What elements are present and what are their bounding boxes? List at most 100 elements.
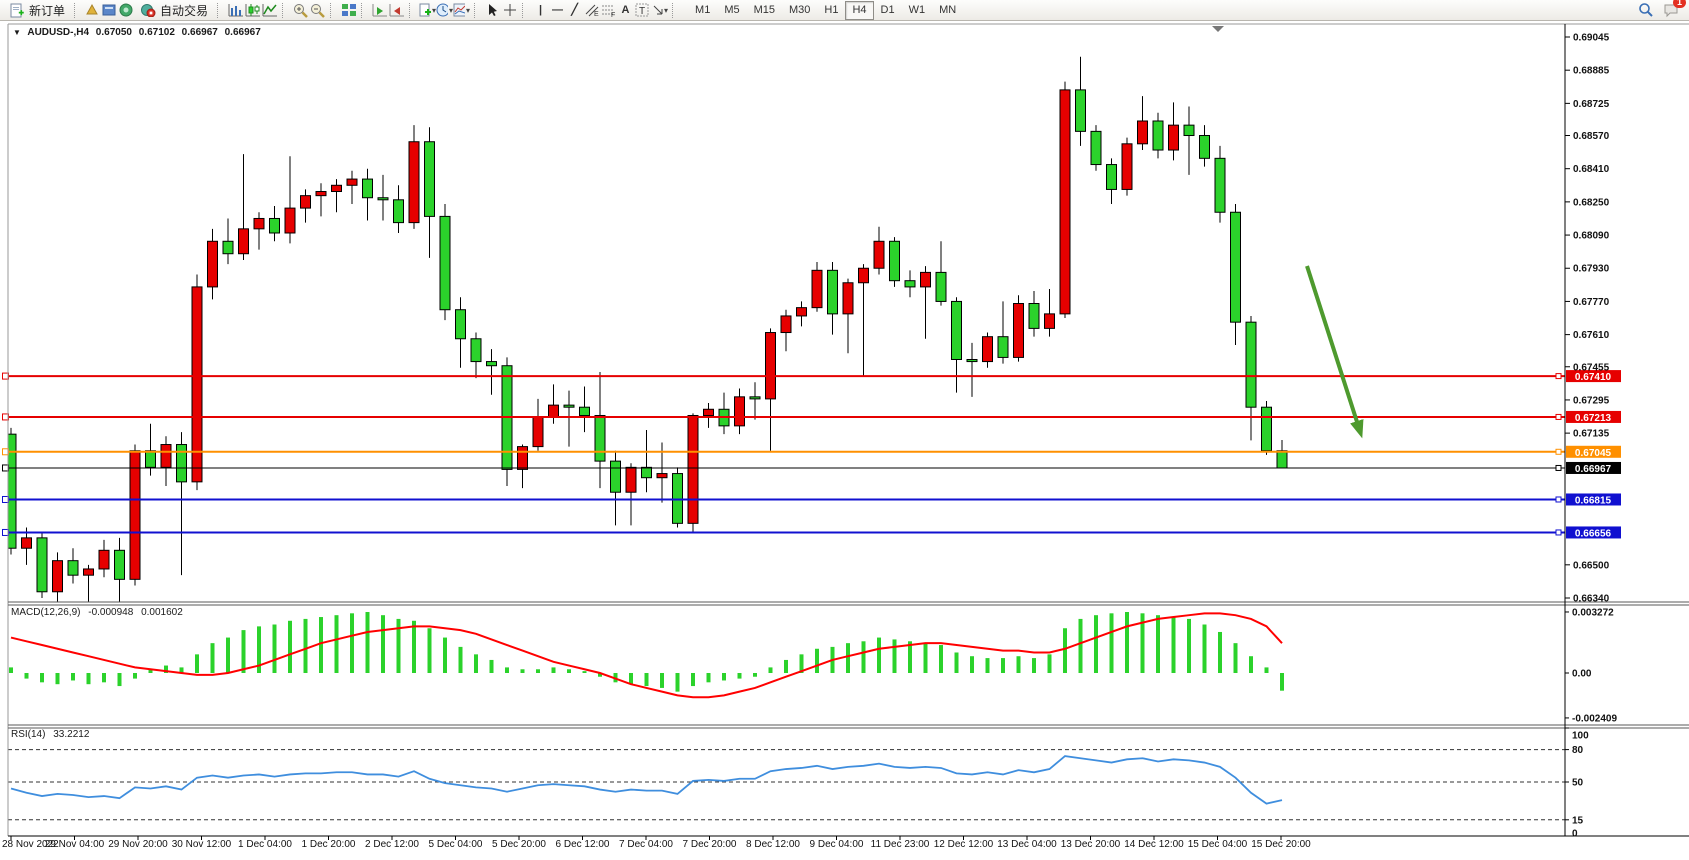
chart-menu-icon[interactable]: ▼ [13,28,21,37]
tf-d1[interactable]: D1 [874,1,902,20]
price-badge-label: 0.67213 [1575,413,1612,424]
autotrading-button[interactable]: 自动交易 [135,0,213,21]
templates-dropdown-icon[interactable]: ▾ [453,2,470,18]
bar-chart-icon[interactable] [227,2,244,18]
time-axis-label: 30 Nov 12:00 [172,839,232,850]
arrows-tool-icon[interactable]: ▾ [651,2,668,18]
zoom-in-icon[interactable] [292,2,309,18]
separator [217,3,224,18]
time-axis-label: 1 Dec 20:00 [302,839,356,850]
time-axis-label: 12 Dec 12:00 [934,839,994,850]
rsi-value: 33.2212 [53,729,89,740]
time-axis-label: 6 Dec 12:00 [556,839,610,850]
market-watch-icon[interactable] [84,2,101,18]
tf-m5[interactable]: M5 [717,1,746,20]
svg-text:E: E [594,11,599,17]
tf-w1[interactable]: W1 [902,1,933,20]
time-axis-label: 15 Dec 20:00 [1251,839,1311,850]
svg-text:0.003272: 0.003272 [1572,607,1614,618]
new-order-icon [9,2,26,18]
separator [282,3,289,18]
svg-text:0.67930: 0.67930 [1573,264,1610,275]
time-axis-label: 5 Dec 04:00 [429,839,483,850]
separator [74,3,81,18]
zoom-out-icon[interactable] [309,2,326,18]
bar-low: 0.66967 [182,27,218,38]
time-axis-label: 1 Dec 04:00 [238,839,292,850]
time-axis-label: 7 Dec 04:00 [619,839,673,850]
toolbar: 新订单 自动交易 [0,0,1689,21]
macd-signal-value: 0.001602 [141,607,183,618]
cursor-icon[interactable] [484,2,501,18]
svg-text:0.68725: 0.68725 [1573,99,1610,110]
svg-text:100: 100 [1572,731,1589,742]
text-label-tool-icon[interactable]: T [634,2,651,18]
new-order-button[interactable]: 新订单 [4,0,70,21]
time-axis-label: 9 Dec 04:00 [810,839,864,850]
svg-text:15: 15 [1572,815,1584,826]
candlestick-chart-icon[interactable] [244,2,261,18]
fibonacci-tool-icon[interactable]: F [600,2,617,18]
svg-text:-0.002409: -0.002409 [1572,713,1617,724]
time-axis-label: 13 Dec 04:00 [997,839,1057,850]
chart-canvas[interactable]: 0.674100.672130.670450.669670.668150.666… [0,0,1689,860]
terminal-icon[interactable] [118,2,135,18]
channel-tool-icon[interactable]: E [583,2,600,18]
time-axis-label: 2 Dec 12:00 [365,839,419,850]
tf-m1[interactable]: M1 [688,1,717,20]
price-badge-label: 0.66656 [1575,528,1612,539]
time-axis-label: 8 Dec 12:00 [746,839,800,850]
svg-text:0: 0 [1572,829,1578,840]
tile-windows-icon[interactable] [340,2,357,18]
time-axis-label: 14 Dec 12:00 [1124,839,1184,850]
time-axis: 28 Nov 202229 Nov 04:0029 Nov 20:0030 No… [2,836,1311,850]
periods-dropdown-icon[interactable]: ▾ [436,2,453,18]
tf-mn[interactable]: MN [932,1,963,20]
chart-title: ▼ AUDUSD-,H4 0.67050 0.67102 0.66967 0.6… [13,27,265,38]
svg-text:80: 80 [1572,745,1584,756]
svg-text:0.67135: 0.67135 [1573,429,1610,440]
svg-text:0.67610: 0.67610 [1573,330,1610,341]
svg-text:0.68410: 0.68410 [1573,164,1610,175]
trendline-tool-icon[interactable]: ╱ [566,2,583,18]
search-icon[interactable] [1637,2,1654,18]
tf-m30[interactable]: M30 [782,1,817,20]
separator [474,3,481,18]
svg-text:F: F [611,12,615,17]
separator [409,3,416,18]
time-axis-label: 5 Dec 20:00 [492,839,546,850]
rsi-indicator-label: RSI(14) 33.2212 [11,729,94,740]
notification-badge: 1 [1673,0,1686,8]
time-axis-label: 11 Dec 23:00 [871,839,930,850]
svg-text:T: T [639,6,645,17]
chart-shift-icon[interactable] [388,2,405,18]
symbol-period: AUDUSD-,H4 [27,27,89,38]
vertical-line-tool-icon[interactable]: | [532,2,549,18]
tf-h4[interactable]: H4 [845,1,873,20]
separator [522,3,529,18]
navigator-icon[interactable] [101,2,118,18]
svg-text:0.68090: 0.68090 [1573,231,1610,242]
tf-h1[interactable]: H1 [817,1,845,20]
time-axis-label: 29 Nov 20:00 [108,839,168,850]
separator [330,3,337,18]
macd-name: MACD(12,26,9) [11,607,80,618]
autotrading-icon [140,2,157,18]
rsi-name: RSI(14) [11,729,45,740]
text-tool-icon[interactable]: A [617,2,634,18]
time-axis-label: 7 Dec 20:00 [683,839,737,850]
indicators-dropdown-icon[interactable]: ▾ [419,2,436,18]
crosshair-icon[interactable] [501,2,518,18]
time-axis-label: 13 Dec 20:00 [1061,839,1121,850]
horizontal-line-tool-icon[interactable]: — [549,2,566,18]
price-badge-label: 0.67410 [1575,372,1612,383]
separator [672,3,679,18]
mt4-window: 新订单 自动交易 [0,0,1689,860]
svg-text:0.00: 0.00 [1572,669,1592,680]
svg-text:0.68570: 0.68570 [1573,131,1610,142]
tf-m15[interactable]: M15 [747,1,782,20]
notifications-icon[interactable]: 1 [1662,2,1679,18]
line-chart-icon[interactable] [261,2,278,18]
auto-scroll-icon[interactable] [371,2,388,18]
separator [361,3,368,18]
